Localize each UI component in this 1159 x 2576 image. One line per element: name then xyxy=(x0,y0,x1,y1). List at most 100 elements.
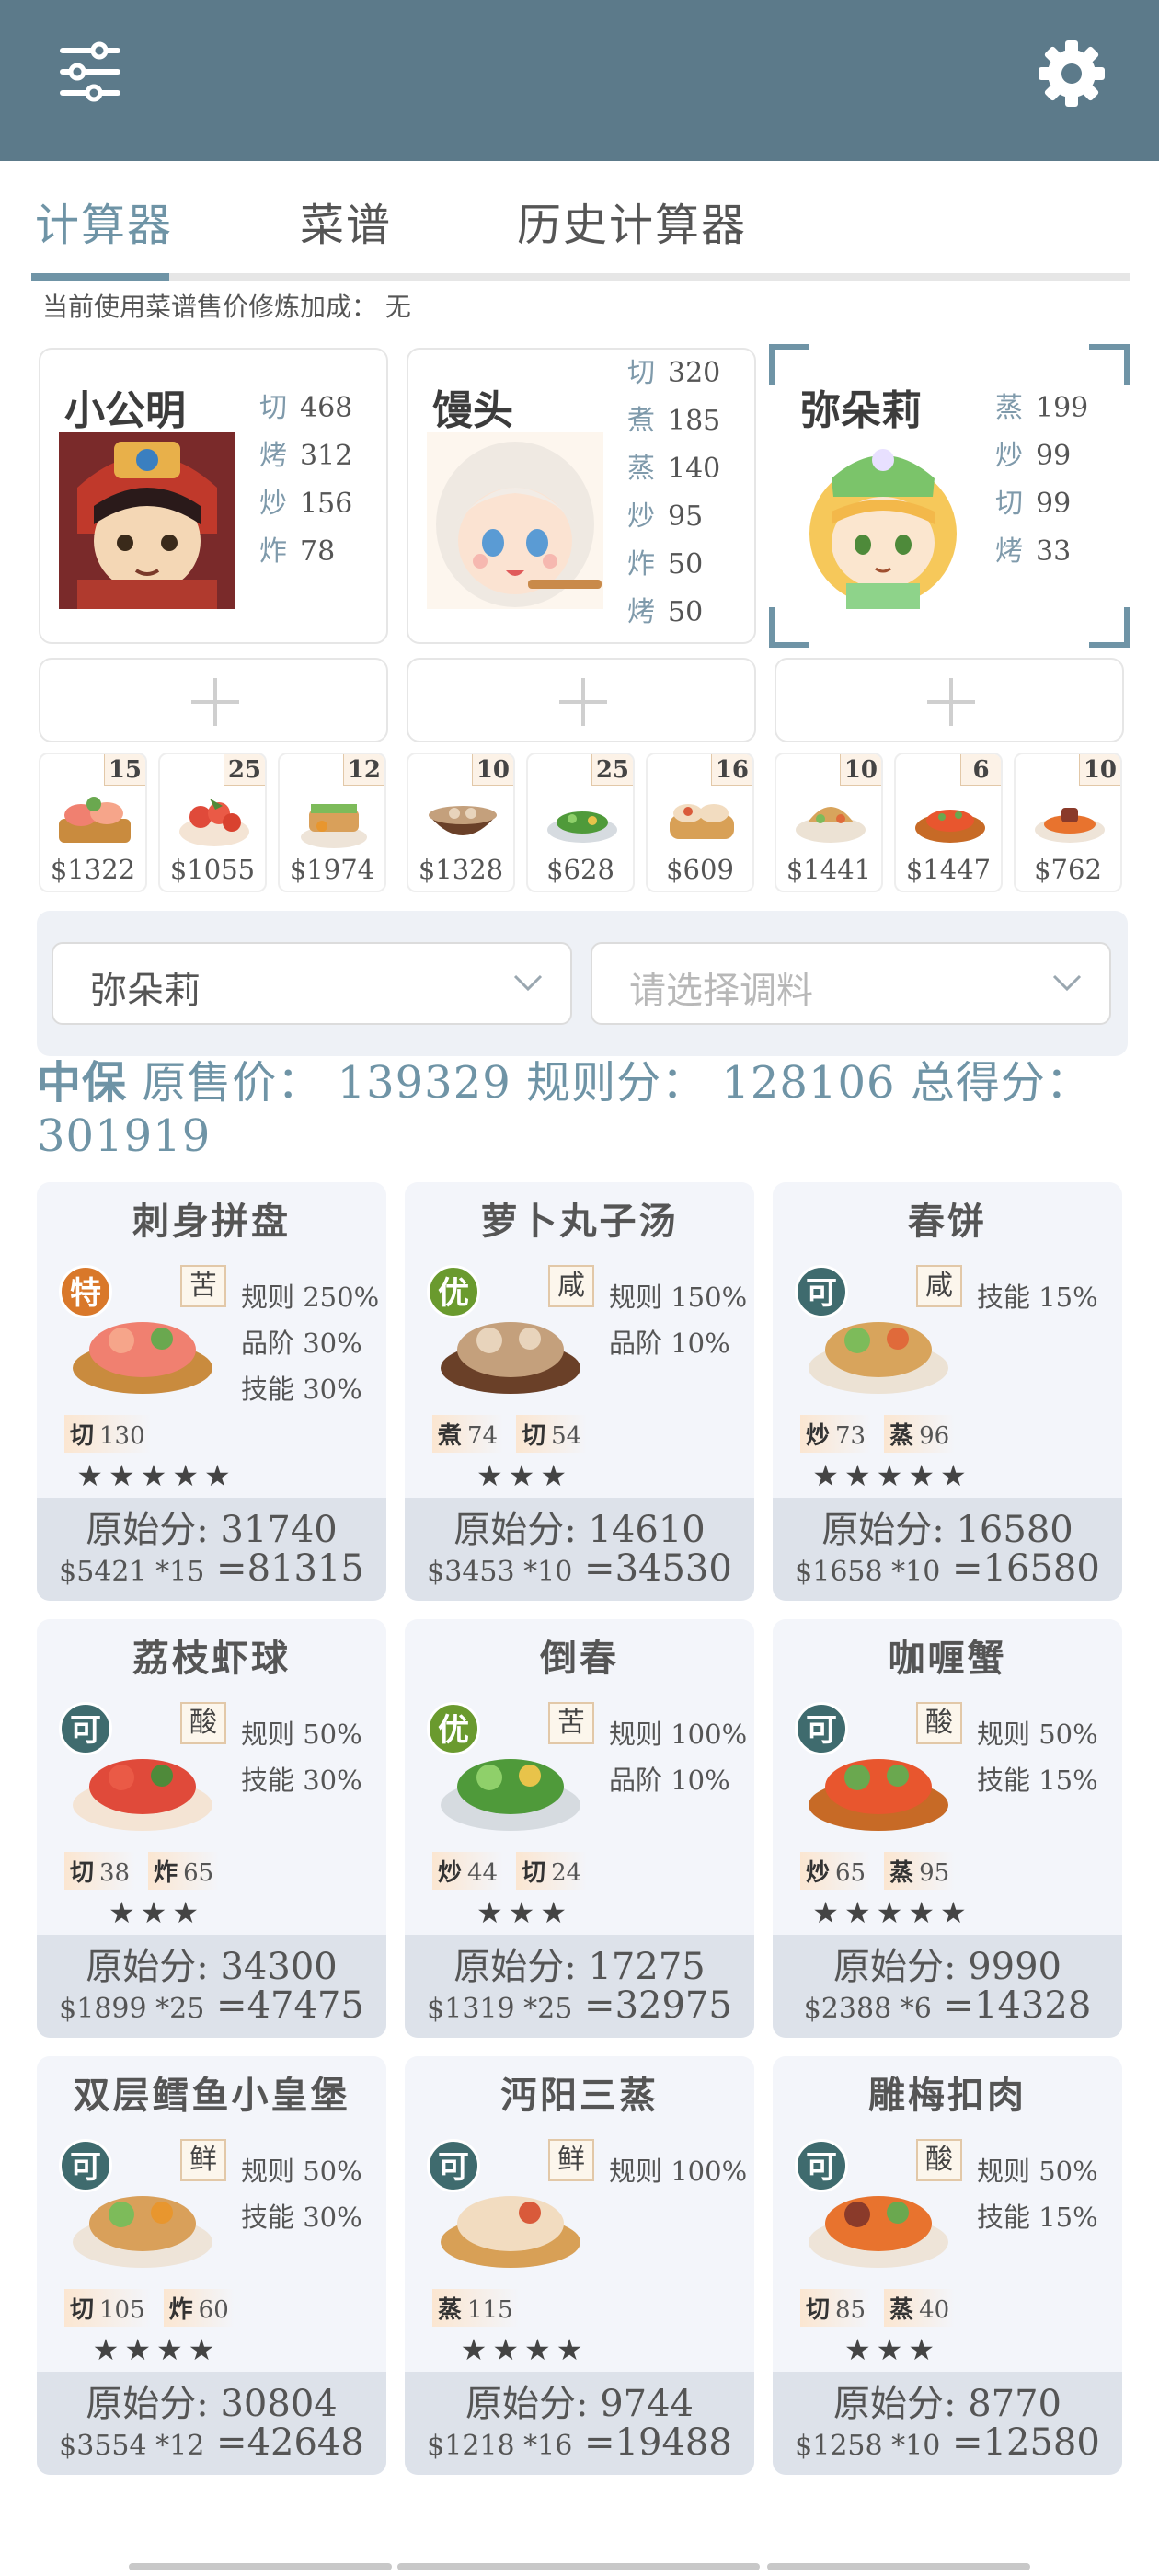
flavor-tag: 鲜 xyxy=(548,2139,594,2181)
skill-type: 煮 xyxy=(627,405,655,437)
spring-pancake-icon xyxy=(796,807,866,843)
skill-requirements: 煮 74 切 54 xyxy=(432,1415,600,1453)
grade-badge: 特 xyxy=(59,1265,112,1318)
dish-card[interactable]: 咖喱蟹 可 酸 规则 50% 技能 15% 炒 65 蒸 95 ★★★★★ 原始分: 9… xyxy=(773,1619,1122,2038)
skill-type: 蒸 xyxy=(627,453,655,485)
recipe-thumbnail[interactable]: 10 $1328 xyxy=(407,753,515,892)
skill-value: 50 xyxy=(668,596,704,628)
skill-value: 60 xyxy=(198,2296,229,2324)
skill-type: 切 xyxy=(70,1859,95,1887)
skill-value: 320 xyxy=(668,357,721,389)
gear-icon[interactable] xyxy=(1035,37,1108,110)
skill-type: 切 xyxy=(522,1859,546,1887)
add-recipe-button[interactable] xyxy=(407,658,756,742)
chef-card[interactable]: 馒头 切 320 煮 185 蒸 140 炒 95 炸 50 烤 50 xyxy=(407,348,756,644)
dish-card[interactable]: 萝卜丸子汤 优 咸 规则 150% 品阶 10% 煮 74 切 54 ★★★ 原始分: … xyxy=(405,1182,754,1601)
chef-portrait-avatar xyxy=(427,432,603,609)
recipe-thumbnail[interactable]: 25 $1055 xyxy=(158,753,267,892)
skill-type: 烤 xyxy=(995,535,1023,568)
skill-requirement: 蒸 96 xyxy=(884,1415,956,1453)
chef-name: 馒头 xyxy=(432,387,513,434)
recipe-thumbnail[interactable]: 6 $1447 xyxy=(894,753,1003,892)
tab-active-indicator xyxy=(31,273,169,281)
recipe-price: $1328 xyxy=(418,854,504,885)
bonus-line: 技能 30% xyxy=(241,1374,362,1405)
chef-card[interactable]: 小公明 切 468 烤 312 炒 156 炸 78 xyxy=(39,348,388,644)
bonus-line: 规则 150% xyxy=(609,1282,748,1313)
plus-icon xyxy=(191,678,239,726)
recipe-price: $628 xyxy=(546,854,614,885)
score-box: 原始分: 16580 $1658 *10 =16580 xyxy=(773,1498,1122,1601)
calc-total: =81315 xyxy=(216,1547,364,1590)
recipe-thumbnail[interactable]: 10 $1441 xyxy=(775,753,883,892)
calc-total: =19488 xyxy=(584,2421,732,2464)
skill-requirements: 炒 73 蒸 96 xyxy=(800,1415,968,1453)
dish-card[interactable]: 沔阳三蒸 可 鲜 规则 100% 蒸 115 ★★★★ 原始分: 9744 $12… xyxy=(405,2056,754,2475)
add-recipe-button[interactable] xyxy=(39,658,388,742)
skill-type: 烤 xyxy=(627,596,655,628)
curry-crab-icon xyxy=(915,810,985,843)
skill-requirement: 煮 74 xyxy=(432,1415,504,1453)
tab-calculator[interactable]: 计算器 xyxy=(35,189,173,253)
skill-requirement: 切 24 xyxy=(516,1852,588,1890)
skill-value: 78 xyxy=(300,535,336,568)
vegetable-dish-icon xyxy=(547,811,617,843)
calc-total: =12580 xyxy=(952,2421,1100,2464)
dish-card[interactable]: 荔枝虾球 可 酸 规则 50% 技能 30% 切 38 炸 65 ★★★ 原始分: 34… xyxy=(37,1619,386,2038)
scroll-indicator xyxy=(129,2563,392,2570)
skill-value: 468 xyxy=(300,392,353,424)
recipe-thumbnail[interactable]: 10 $762 xyxy=(1014,753,1122,892)
bonus-line: 规则 250% xyxy=(241,1282,380,1313)
add-recipe-button[interactable] xyxy=(775,658,1124,742)
recipe-thumbnail[interactable]: 12 $1974 xyxy=(278,753,386,892)
skill-requirements: 蒸 115 xyxy=(432,2289,532,2327)
skill-value: 99 xyxy=(1036,488,1072,520)
chef-name: 小公明 xyxy=(64,387,186,434)
chevron-down-icon xyxy=(513,974,543,992)
recipe-price: $1322 xyxy=(50,854,136,885)
bonus-line: 技能 30% xyxy=(241,1765,362,1796)
score-calculation: $1319 *25 =32975 xyxy=(405,1984,754,2027)
chef-select-dropdown[interactable]: 弥朵莉 xyxy=(52,942,572,1025)
bonus-line: 规则 50% xyxy=(977,2156,1098,2187)
calc-total: =42648 xyxy=(216,2421,364,2464)
chef-card-selected[interactable]: 弥朵莉 蒸 199 炒 99 切 99 烤 33 xyxy=(769,344,1130,648)
chef-select-value: 弥朵莉 xyxy=(90,970,201,1012)
bonus-list: 规则 50% 技能 30% xyxy=(241,2148,362,2240)
bonus-line: 规则 100% xyxy=(609,1719,748,1750)
seasoning-select-placeholder: 请选择调料 xyxy=(629,970,813,1012)
skill-value: 312 xyxy=(300,440,353,472)
app-bar xyxy=(0,0,1159,161)
score-calculation: $1218 *16 =19488 xyxy=(405,2421,754,2464)
tab-history-calculator[interactable]: 历史计算器 xyxy=(517,189,747,253)
selection-corner xyxy=(1089,607,1130,648)
star-rating: ★★★ xyxy=(476,1458,573,1493)
recipe-thumbnail[interactable]: 15 $1322 xyxy=(39,753,147,892)
steamed-dish-icon xyxy=(670,804,734,839)
cod-burger-icon xyxy=(301,804,367,848)
base-score: 原始分: 16580 xyxy=(821,1509,1073,1551)
dish-card[interactable]: 刺身拼盘 特 苦 规则 250% 品阶 30% 技能 30% 切 130 ★★★★★ … xyxy=(37,1182,386,1601)
dish-card[interactable]: 春饼 可 咸 技能 15% 炒 73 蒸 96 ★★★★★ 原始分: 16580 $1… xyxy=(773,1182,1122,1601)
skill-requirement: 炒 73 xyxy=(800,1415,872,1453)
tab-divider xyxy=(31,273,1130,281)
recipe-price: $1055 xyxy=(169,854,256,885)
selection-corner xyxy=(1089,344,1130,385)
quantity-badge: 10 xyxy=(839,754,881,786)
recipe-thumbnail[interactable]: 25 $628 xyxy=(526,753,635,892)
skill-type: 蒸 xyxy=(438,2296,463,2324)
bonus-list: 规则 250% 品阶 30% 技能 30% xyxy=(241,1274,379,1412)
dish-card[interactable]: 倒春 优 苦 规则 100% 品阶 10% 炒 44 切 24 ★★★ 原始分: 172… xyxy=(405,1619,754,2038)
bonus-line: 品阶 30% xyxy=(241,1328,362,1359)
skill-value: 96 xyxy=(919,1422,950,1450)
seasoning-select-dropdown[interactable]: 请选择调料 xyxy=(591,942,1111,1025)
dish-card[interactable]: 双层鳕鱼小皇堡 可 鲜 规则 50% 技能 30% 切 105 炸 60 ★★★★ 原始… xyxy=(37,2056,386,2475)
rule-score-value: 128106 xyxy=(721,1057,896,1109)
filter-sliders-icon[interactable] xyxy=(57,41,123,102)
skill-type: 蒸 xyxy=(889,1859,914,1887)
skill-type: 切 xyxy=(70,1422,95,1450)
tab-recipes[interactable]: 菜谱 xyxy=(300,189,392,253)
recipe-thumbnail[interactable]: 16 $609 xyxy=(646,753,754,892)
dish-card[interactable]: 雕梅扣肉 可 酸 规则 50% 技能 15% 切 85 蒸 40 ★★★ 原始分: 87… xyxy=(773,2056,1122,2475)
skill-requirements: 切 130 xyxy=(64,1415,164,1453)
